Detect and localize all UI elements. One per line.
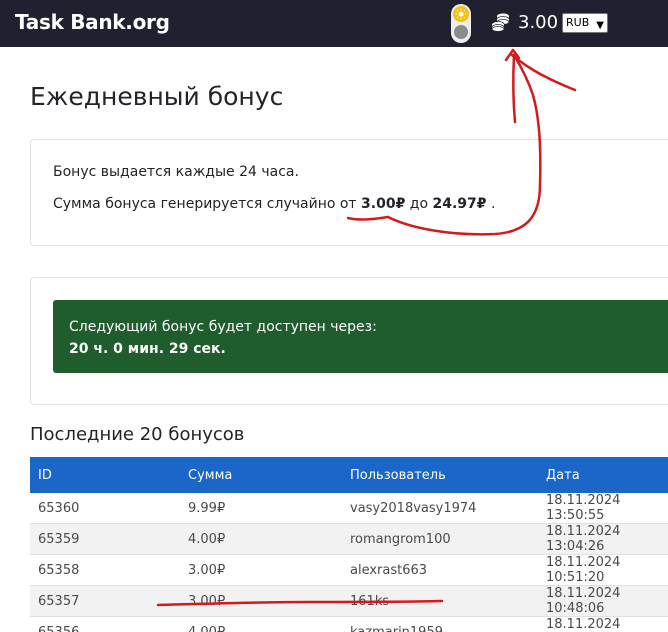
cell-id: 65356 — [30, 616, 180, 632]
cell-date: 18.11.2024 13:04:26 — [538, 523, 668, 555]
recent-bonuses-title: Последние 20 бонусов — [30, 424, 245, 445]
cell-date: 18.11.2024 10:32:28 — [538, 616, 668, 632]
column-header-id: ID — [30, 457, 180, 493]
cell-amount: 3.00₽ — [180, 554, 342, 586]
top-navbar: Task Bank.org 3.00 RUB ▼ — [0, 0, 668, 47]
arrowhead — [510, 53, 577, 92]
cell-id: 65360 — [30, 493, 180, 524]
page-title: Ежедневный бонус — [30, 82, 284, 111]
chevron-down-icon: ▼ — [596, 20, 604, 31]
site-logo[interactable]: Task Bank.org — [15, 10, 170, 34]
bonus-max-amount: 24.97₽ — [432, 196, 487, 212]
bonus-min-amount: 3.00₽ — [361, 196, 406, 212]
cell-user: 161ks — [342, 585, 538, 617]
currency-value: RUB — [566, 16, 590, 29]
bonus-range-text: Сумма бонуса генерируется случайно от 3.… — [53, 196, 495, 212]
coins-icon — [490, 11, 512, 33]
table-row: 65356 4.00₽ kazmarin1959 18.11.2024 10:3… — [30, 616, 668, 632]
bonus-frequency-text: Бонус выдается каждые 24 часа. — [53, 164, 299, 180]
bonus-range-suffix: . — [490, 196, 496, 212]
cell-user: alexrast663 — [342, 554, 538, 586]
balance-amount: 3.00 — [518, 12, 559, 33]
cell-date: 18.11.2024 13:50:55 — [538, 493, 668, 524]
column-header-amount: Сумма — [180, 457, 342, 493]
cell-user: kazmarin1959 — [342, 616, 538, 632]
table-row: 65357 3.00₽ 161ks 18.11.2024 10:48:06 — [30, 585, 668, 617]
column-header-date: Дата — [538, 457, 668, 493]
cell-user: romangrom100 — [342, 523, 538, 555]
table-header-row: ID Сумма Пользователь Дата — [30, 457, 668, 493]
countdown-label: Следующий бонус будет доступен через: — [69, 319, 377, 335]
cell-user: vasy2018vasy1974 — [342, 493, 538, 524]
countdown-value: 20 ч. 0 мин. 29 сек. — [69, 341, 226, 357]
cell-id: 65359 — [30, 523, 180, 555]
column-header-user: Пользователь — [342, 457, 538, 493]
theme-toggle[interactable] — [451, 4, 471, 43]
cell-amount: 4.00₽ — [180, 616, 342, 632]
recent-bonuses-table: ID Сумма Пользователь Дата 65360 9.99₽ v… — [30, 457, 668, 632]
bonus-range-prefix: Сумма бонуса генерируется случайно от — [53, 196, 357, 212]
table-row: 65359 4.00₽ romangrom100 18.11.2024 13:0… — [30, 523, 668, 555]
cell-amount: 4.00₽ — [180, 523, 342, 555]
table-row: 65358 3.00₽ alexrast663 18.11.2024 10:51… — [30, 554, 668, 586]
sun-icon — [453, 6, 469, 22]
cell-id: 65357 — [30, 585, 180, 617]
table-row: 65360 9.99₽ vasy2018vasy1974 18.11.2024 … — [30, 493, 668, 524]
cell-date: 18.11.2024 10:48:06 — [538, 585, 668, 617]
cell-id: 65358 — [30, 554, 180, 586]
bonus-info-card: Бонус выдается каждые 24 часа. Сумма бон… — [30, 139, 668, 246]
cell-date: 18.11.2024 10:51:20 — [538, 554, 668, 586]
toggle-knob — [454, 25, 468, 39]
arrow-shaft — [512, 53, 517, 124]
arrowhead-tip — [504, 48, 521, 62]
cell-amount: 3.00₽ — [180, 585, 342, 617]
countdown-alert: Следующий бонус будет доступен через: 20… — [53, 300, 668, 373]
bonus-range-mid: до — [409, 196, 429, 212]
currency-select[interactable]: RUB ▼ — [562, 13, 608, 33]
countdown-card: Следующий бонус будет доступен через: 20… — [30, 277, 668, 405]
cell-amount: 9.99₽ — [180, 493, 342, 524]
